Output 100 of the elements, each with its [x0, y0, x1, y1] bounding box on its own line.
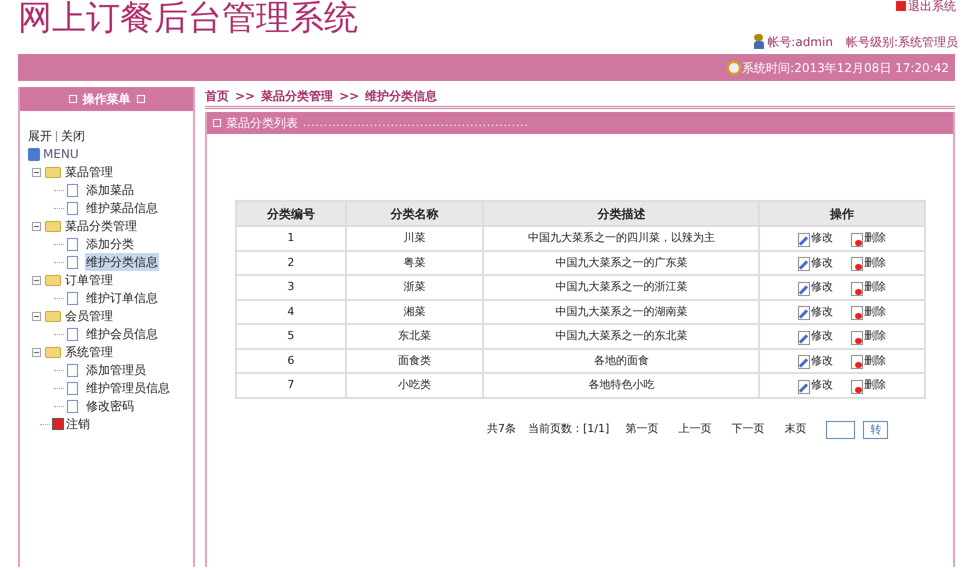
app-title: 网上订餐后台管理系统	[18, 0, 358, 40]
menu-group[interactable]: 菜品管理	[65, 163, 113, 181]
square-icon	[68, 95, 76, 103]
menu-item[interactable]: 添加菜品	[85, 181, 135, 199]
breadcrumb-link[interactable]: 维护分类信息	[365, 86, 438, 104]
document-icon	[67, 364, 78, 376]
table-cell: 3	[236, 275, 346, 300]
table-cell: 6	[236, 348, 346, 373]
table-cell: 中国九大菜系之一的东北菜	[483, 324, 760, 348]
edit-link[interactable]: 修改	[811, 279, 834, 296]
document-icon	[67, 256, 78, 268]
toggle-icon[interactable]	[32, 312, 41, 320]
edit-link[interactable]: 修改	[811, 328, 834, 344]
account-level-text: 帐号级别:系统管理员	[846, 34, 958, 51]
first-page-link[interactable]: 第一页	[625, 421, 658, 438]
table-cell: 各地特色小吃	[483, 373, 760, 398]
pencil-icon	[798, 257, 810, 271]
table-cell: 小吃类	[346, 373, 484, 398]
menu-item[interactable]: 添加管理员	[85, 361, 147, 379]
pencil-icon	[798, 282, 810, 296]
column-header: 分类描述	[483, 201, 760, 226]
breadcrumb-separator: >>	[339, 88, 360, 104]
edit-link[interactable]: 修改	[811, 254, 834, 271]
edit-link[interactable]: 修改	[811, 304, 834, 320]
menu-group[interactable]: 订单管理	[65, 271, 113, 289]
breadcrumb-link[interactable]: 首页	[205, 86, 229, 104]
delete-icon	[851, 380, 864, 394]
delete-link[interactable]: 删除	[864, 352, 886, 369]
delete-link[interactable]: 删除	[864, 304, 886, 320]
collapse-link[interactable]: 关闭	[61, 127, 85, 145]
menu-root[interactable]: MENU	[43, 145, 79, 163]
delete-icon	[851, 330, 864, 344]
toggle-icon[interactable]	[32, 348, 41, 356]
page-input[interactable]	[826, 420, 856, 438]
user-icon	[753, 34, 764, 50]
pencil-icon	[798, 232, 810, 246]
column-header: 分类名称	[346, 201, 484, 226]
account-text: 帐号:admin	[767, 34, 833, 51]
menu-group[interactable]: 系统管理	[65, 343, 113, 361]
delete-link[interactable]: 删除	[864, 279, 886, 296]
table-cell: 湘菜	[346, 300, 484, 324]
prev-page-link[interactable]: 上一页	[678, 421, 712, 438]
last-page-link[interactable]: 末页	[784, 421, 806, 438]
table-cell: 东北菜	[346, 324, 484, 348]
next-page-link[interactable]: 下一页	[731, 421, 764, 438]
column-header: 分类编号	[236, 201, 346, 226]
logout-item[interactable]: 注销	[66, 415, 90, 433]
menu-group[interactable]: 会员管理	[65, 307, 113, 325]
square-icon	[213, 119, 221, 127]
delete-icon	[851, 282, 864, 296]
delete-icon	[851, 355, 864, 369]
table-cell: 中国九大菜系之一的湖南菜	[483, 300, 760, 324]
dotted-leader: ......................................................	[303, 116, 529, 130]
edit-link[interactable]: 修改	[811, 377, 834, 394]
menu-item[interactable]: 维护管理员信息	[85, 379, 171, 397]
delete-link[interactable]: 删除	[864, 377, 886, 394]
total-count: 共7条	[487, 421, 516, 438]
delete-link[interactable]: 删除	[864, 328, 886, 344]
folder-icon	[45, 220, 61, 232]
document-icon	[67, 238, 78, 250]
table-cell: 川菜	[346, 226, 484, 250]
breadcrumb-separator: >>	[235, 88, 256, 104]
table-cell: 中国九大菜系之一的广东菜	[483, 250, 760, 275]
edit-link[interactable]: 修改	[811, 230, 834, 246]
toggle-icon[interactable]	[32, 168, 41, 176]
document-icon	[67, 184, 78, 196]
square-icon	[136, 95, 144, 103]
menu-item[interactable]: 修改密码	[85, 397, 135, 415]
logout-link[interactable]: 退出系统	[908, 0, 956, 13]
page-info: 当前页数：[1/1]	[528, 421, 610, 438]
menu-item[interactable]: 维护订单信息	[85, 289, 159, 307]
edit-link[interactable]: 修改	[811, 352, 834, 369]
document-icon	[67, 292, 78, 304]
go-button[interactable]: 转	[863, 420, 888, 438]
table-cell: 中国九大菜系之一的四川菜，以辣为主	[483, 226, 760, 250]
menu-item[interactable]: 维护分类信息	[85, 253, 159, 271]
document-icon	[67, 400, 78, 412]
folder-icon	[45, 166, 61, 178]
delete-link[interactable]: 删除	[864, 230, 886, 246]
pencil-icon	[798, 380, 810, 394]
toggle-icon[interactable]	[32, 276, 41, 284]
menu-group[interactable]: 菜品分类管理	[65, 217, 137, 235]
expand-link[interactable]: 展开	[28, 127, 52, 145]
document-icon	[67, 382, 78, 394]
delete-link[interactable]: 删除	[864, 254, 886, 271]
table-cell: 4	[236, 300, 346, 324]
document-icon	[67, 202, 78, 214]
table-cell: 粤菜	[346, 250, 484, 275]
delete-icon	[851, 257, 864, 271]
breadcrumb-link[interactable]: 菜品分类管理	[261, 86, 334, 104]
table-cell: 各地的面食	[483, 348, 760, 373]
pencil-icon	[798, 330, 810, 344]
menu-item[interactable]: 添加分类	[85, 235, 135, 253]
table-cell: 浙菜	[346, 275, 484, 300]
table-cell: 面食类	[346, 348, 484, 373]
menu-item[interactable]: 维护菜品信息	[85, 199, 159, 217]
toggle-icon[interactable]	[32, 222, 41, 230]
table-cell: 2	[236, 250, 346, 275]
menu-item[interactable]: 维护会员信息	[85, 325, 159, 343]
sidebar-title: 操作菜单	[82, 91, 130, 108]
